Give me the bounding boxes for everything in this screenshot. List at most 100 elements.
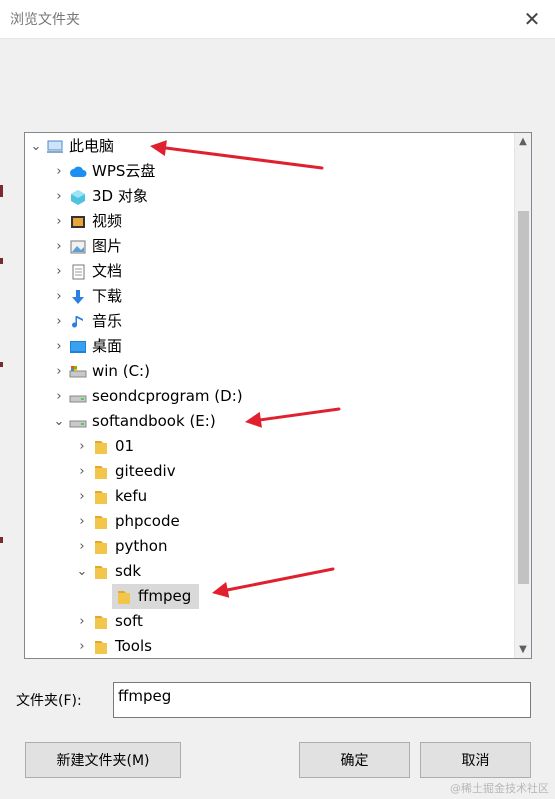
tree-item[interactable]: ⌄ 此电脑 [25,134,513,159]
tree-item-label: giteediv [115,462,176,480]
folder-tree[interactable]: ⌄ 此电脑 › WPS云盘 › 3D 对象 › 视频 › 图片 › 文档 › 下载 › 音乐 › 桌面 › win (… [24,132,532,659]
chevron-right-icon[interactable]: › [51,184,67,209]
chevron-down-icon[interactable]: ⌄ [74,559,90,584]
tree-item-label: 视频 [92,212,123,230]
vertical-scrollbar[interactable]: ▲ ▼ [514,133,531,658]
chevron-right-icon[interactable]: › [51,359,67,384]
folder-name-input[interactable]: ffmpeg [113,682,531,718]
ok-button[interactable]: 确定 [299,742,410,778]
chevron-right-icon[interactable]: › [51,384,67,409]
desktop-icon [69,338,87,356]
tree-item[interactable]: › kefu [25,484,513,509]
tree-item[interactable]: ⌄ softandbook (E:) [25,409,513,434]
cancel-button[interactable]: 取消 [420,742,531,778]
tree-item[interactable]: › 文档 [25,259,513,284]
folder-icon [92,638,110,656]
tree-item[interactable]: › 音乐 [25,309,513,334]
tree-item[interactable]: › 01 [25,434,513,459]
background-edge-mark [0,362,3,367]
chevron-right-icon[interactable]: › [51,309,67,334]
tree-item[interactable]: › 视频 [25,209,513,234]
tree-item[interactable]: › seondcprogram (D:) [25,384,513,409]
chevron-right-icon[interactable]: › [74,534,90,559]
tree-item[interactable]: › 桌面 [25,334,513,359]
picture-icon [69,238,87,256]
tree-item[interactable]: › win (C:) [25,359,513,384]
chevron-right-icon[interactable]: › [74,609,90,634]
new-folder-button[interactable]: 新建文件夹(M) [25,742,181,778]
tree-item-label: 图片 [92,237,123,255]
tree-item[interactable]: ⌄ sdk [25,559,513,584]
tree-item-label: 下载 [92,287,123,305]
tree-item-label: 此电脑 [69,137,115,155]
tree-item[interactable]: › python [25,534,513,559]
tree-item-label: seondcprogram (D:) [92,387,243,405]
tree-item-label: ffmpeg [138,587,192,605]
tree-item-label: WPS云盘 [92,162,156,180]
drive-icon [69,388,87,406]
tree-item-label: 桌面 [92,337,123,355]
tree-item[interactable]: › 图片 [25,234,513,259]
tree-item[interactable]: › Tools [25,634,513,658]
scroll-up-button[interactable]: ▲ [515,133,531,150]
folder-icon [92,488,110,506]
chevron-right-icon[interactable]: › [51,259,67,284]
tree-item-label: sdk [115,562,142,580]
title-bar: 浏览文件夹 ✕ [0,0,555,39]
tree-item[interactable]: › WPS云盘 [25,159,513,184]
tree-item-label: 音乐 [92,312,123,330]
tree-item-label: phpcode [115,512,180,530]
chevron-right-icon[interactable]: › [74,634,90,658]
scroll-down-button[interactable]: ▼ [515,641,531,658]
chevron-down-icon[interactable]: ⌄ [51,409,67,434]
folder-icon [92,463,110,481]
close-button[interactable]: ✕ [509,0,555,38]
document-icon [69,263,87,281]
tree-item-label: python [115,537,168,555]
chevron-right-icon[interactable]: › [74,509,90,534]
tree-item-label: kefu [115,487,148,505]
tree-item-label: Tools [115,637,152,655]
folder-icon [92,563,110,581]
folder-icon [92,613,110,631]
folder-icon [115,588,133,606]
watermark: @稀土掘金技术社区 [450,782,549,795]
tree-item-label: 3D 对象 [92,187,148,205]
chevron-right-icon[interactable]: › [74,484,90,509]
chevron-right-icon[interactable]: › [74,434,90,459]
chevron-right-icon[interactable]: › [51,209,67,234]
chevron-down-icon[interactable]: ⌄ [28,134,44,159]
tree-item[interactable]: › phpcode [25,509,513,534]
folder-icon [92,513,110,531]
tree-item[interactable]: ffmpeg [25,584,513,609]
drive-icon [69,413,87,431]
chevron-right-icon[interactable]: › [51,234,67,259]
system-drive-icon [69,363,87,381]
chevron-right-icon[interactable]: › [74,459,90,484]
tree-item[interactable]: › soft [25,609,513,634]
download-icon [69,288,87,306]
folder-tree-rows: ⌄ 此电脑 › WPS云盘 › 3D 对象 › 视频 › 图片 › 文档 › 下载 › 音乐 › 桌面 › win (… [25,133,513,658]
music-icon [69,313,87,331]
folder-icon [92,438,110,456]
3d-objects-icon [69,188,87,206]
folder-icon [92,538,110,556]
tree-item-label: 文档 [92,262,123,280]
window-title: 浏览文件夹 [10,12,80,28]
scrollbar-thumb[interactable] [518,211,529,584]
chevron-right-icon[interactable]: › [51,159,67,184]
tree-item[interactable]: › 3D 对象 [25,184,513,209]
chevron-right-icon[interactable]: › [51,334,67,359]
tree-item[interactable]: › 下载 [25,284,513,309]
folder-field-label: 文件夹(F): [16,693,82,709]
tree-item-label: 01 [115,437,135,455]
background-edge-mark [0,185,3,197]
cloud-icon [69,163,87,181]
tree-item-label: soft [115,612,143,630]
chevron-right-icon[interactable]: › [51,284,67,309]
video-icon [69,213,87,231]
tree-item[interactable]: › giteediv [25,459,513,484]
background-edge-mark [0,537,3,543]
computer-icon [46,138,64,156]
tree-item-label: softandbook (E:) [92,412,216,430]
